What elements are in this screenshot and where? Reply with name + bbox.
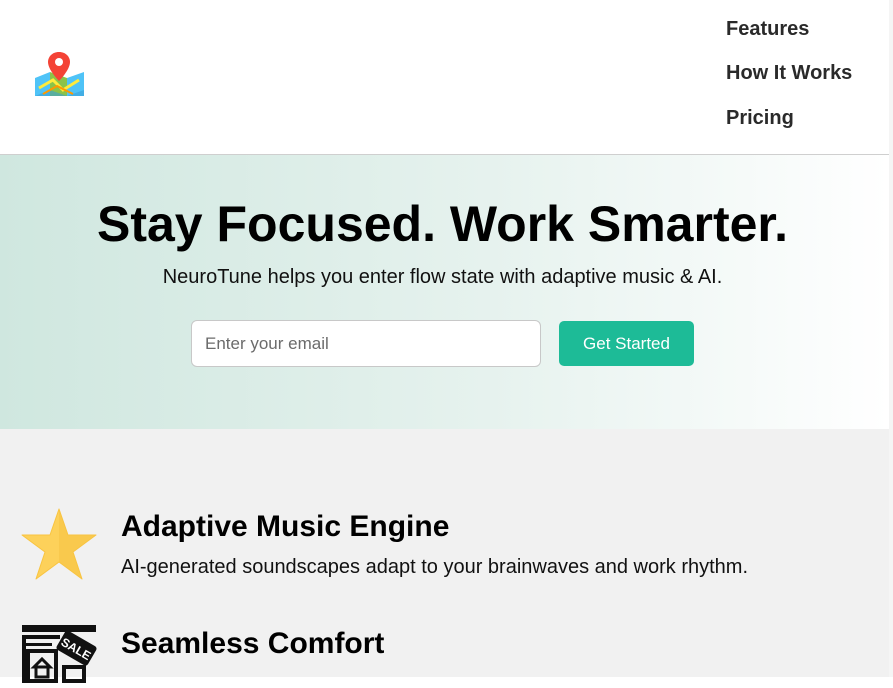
features-section: Adaptive Music Engine AI-generated sound…: [0, 429, 889, 683]
nav-link-pricing[interactable]: Pricing: [726, 107, 794, 130]
email-input[interactable]: [191, 320, 541, 367]
hero-title: Stay Focused. Work Smarter.: [97, 196, 788, 252]
sale-tag-icon: SALE: [20, 623, 98, 683]
hero-subtitle: NeuroTune helps you enter flow state wit…: [162, 266, 723, 288]
site-header: Features How It Works Pricing: [0, 0, 889, 155]
page-scrollbar[interactable]: [889, 0, 893, 677]
feature-description: AI-generated soundscapes adapt to your b…: [121, 556, 749, 578]
feature-title: Seamless Comfort: [121, 627, 385, 660]
map-pin-icon[interactable]: [33, 50, 87, 100]
get-started-button[interactable]: Get Started: [559, 321, 694, 366]
nav-link-how-it-works[interactable]: How It Works: [726, 62, 852, 85]
nav-link-features[interactable]: Features: [726, 18, 809, 41]
hero-section: Stay Focused. Work Smarter. NeuroTune he…: [0, 155, 889, 429]
star-icon: [20, 507, 98, 581]
feature-title: Adaptive Music Engine: [121, 510, 450, 543]
